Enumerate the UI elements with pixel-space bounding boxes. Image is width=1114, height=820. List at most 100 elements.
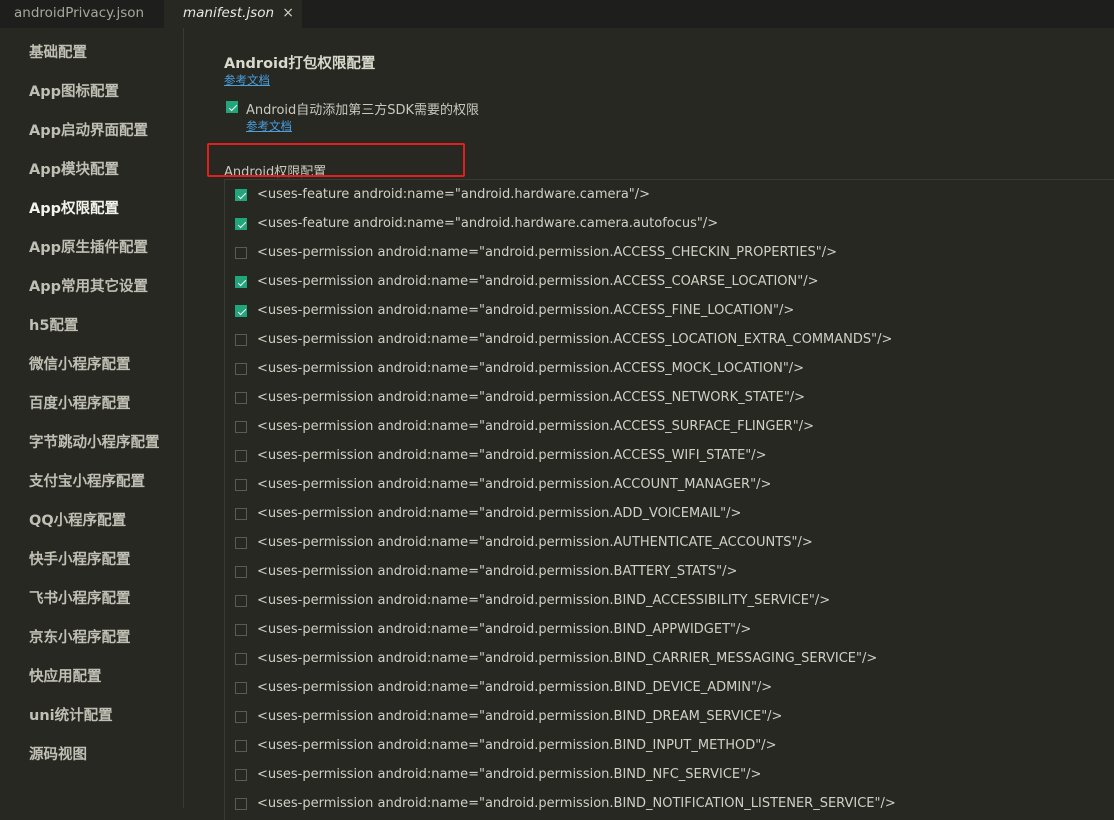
permission-label: <uses-permission android:name="android.p… (257, 651, 878, 666)
permission-label: <uses-permission android:name="android.p… (257, 535, 813, 550)
permission-label: <uses-permission android:name="android.p… (257, 448, 767, 463)
permission-row[interactable]: <uses-permission android:name="android.p… (225, 272, 1105, 294)
permission-label: <uses-permission android:name="android.p… (257, 245, 838, 260)
permission-checkbox[interactable] (235, 334, 247, 346)
auto-sdk-label: Android自动添加第三方SDK需要的权限 (246, 103, 480, 118)
sidebar-item[interactable]: App权限配置 (29, 197, 119, 218)
tab-bar: androidPrivacy.json manifest.json × (0, 0, 1114, 28)
permission-row[interactable]: <uses-permission android:name="android.p… (225, 359, 1105, 381)
permission-label: <uses-permission android:name="android.p… (257, 303, 795, 318)
permission-row[interactable]: <uses-permission android:name="android.p… (225, 301, 1105, 323)
permission-row[interactable]: <uses-permission android:name="android.p… (225, 475, 1105, 497)
permission-checkbox[interactable] (235, 247, 247, 259)
sidebar-item[interactable]: uni统计配置 (29, 704, 113, 725)
permission-row[interactable]: <uses-feature android:name="android.hard… (225, 185, 1105, 207)
permission-row[interactable]: <uses-permission android:name="android.p… (225, 330, 1105, 352)
permission-checkbox[interactable] (235, 740, 247, 752)
permission-checkbox[interactable] (235, 595, 247, 607)
permission-checkbox[interactable] (235, 392, 247, 404)
permission-label: <uses-permission android:name="android.p… (257, 332, 893, 347)
permission-label: <uses-permission android:name="android.p… (257, 274, 819, 289)
permission-row[interactable]: <uses-permission android:name="android.p… (225, 649, 1105, 671)
permission-row[interactable]: <uses-permission android:name="android.p… (225, 562, 1105, 584)
sidebar-item[interactable]: h5配置 (29, 314, 78, 335)
sidebar-item[interactable]: QQ小程序配置 (29, 509, 126, 530)
permission-label: <uses-permission android:name="android.p… (257, 796, 896, 811)
permission-row[interactable]: <uses-permission android:name="android.p… (225, 707, 1105, 729)
permission-checkbox[interactable] (235, 769, 247, 781)
sidebar-item[interactable]: 微信小程序配置 (29, 353, 131, 374)
sidebar: 基础配置 App图标配置 App启动界面配置 App模块配置 App权限配置 App原生插… (0, 28, 184, 808)
permission-label: <uses-permission android:name="android.p… (257, 738, 777, 753)
tab-label: manifest.json (183, 5, 275, 21)
permission-row[interactable]: <uses-permission android:name="android.p… (225, 794, 1105, 816)
sidebar-item[interactable]: 支付宝小程序配置 (29, 470, 145, 491)
sidebar-item[interactable]: 基础配置 (29, 41, 87, 62)
permission-checkbox[interactable] (235, 798, 247, 810)
permission-label: <uses-permission android:name="android.p… (257, 390, 806, 405)
permission-checkbox[interactable] (235, 624, 247, 636)
permission-label: <uses-permission android:name="android.p… (257, 593, 831, 608)
permission-label: <uses-permission android:name="android.p… (257, 361, 805, 376)
permission-row[interactable]: <uses-permission android:name="android.p… (225, 504, 1105, 526)
tab-label: androidPrivacy.json (14, 5, 145, 21)
sidebar-item[interactable]: 京东小程序配置 (29, 626, 131, 647)
permission-checkbox[interactable] (235, 276, 247, 288)
permission-checkbox[interactable] (235, 479, 247, 491)
permission-row[interactable]: <uses-permission android:name="android.p… (225, 446, 1105, 468)
sidebar-item[interactable]: App常用其它设置 (29, 275, 148, 296)
sidebar-item[interactable]: App原生插件配置 (29, 236, 148, 257)
sidebar-item[interactable]: 字节跳动小程序配置 (29, 431, 160, 452)
permission-label: <uses-permission android:name="android.p… (257, 709, 783, 724)
auto-sdk-checkbox[interactable] (226, 101, 238, 113)
permission-checkbox[interactable] (235, 682, 247, 694)
permission-label: <uses-permission android:name="android.p… (257, 622, 752, 637)
permission-label: <uses-feature android:name="android.hard… (257, 216, 719, 231)
permission-label: <uses-permission android:name="android.p… (257, 767, 762, 782)
sidebar-item[interactable]: App图标配置 (29, 80, 119, 101)
sidebar-item[interactable]: App启动界面配置 (29, 119, 148, 140)
permission-row[interactable]: <uses-permission android:name="android.p… (225, 591, 1105, 613)
sidebar-item[interactable]: App模块配置 (29, 158, 119, 179)
permission-checkbox[interactable] (235, 566, 247, 578)
sidebar-item[interactable]: 快手小程序配置 (29, 548, 131, 569)
permission-checkbox[interactable] (235, 711, 247, 723)
permission-label: <uses-permission android:name="android.p… (257, 506, 742, 521)
highlight-box (207, 143, 465, 177)
permission-row[interactable]: <uses-permission android:name="android.p… (225, 388, 1105, 410)
permission-label: <uses-permission android:name="android.p… (257, 680, 773, 695)
permission-row[interactable]: <uses-permission android:name="android.p… (225, 736, 1105, 758)
sidebar-item[interactable]: 飞书小程序配置 (29, 587, 131, 608)
permission-row[interactable]: <uses-feature android:name="android.hard… (225, 214, 1105, 236)
section-title: Android打包权限配置 (224, 56, 376, 72)
sidebar-item[interactable]: 源码视图 (29, 743, 87, 764)
permission-checkbox[interactable] (235, 305, 247, 317)
sidebar-item[interactable]: 快应用配置 (29, 665, 102, 686)
sidebar-item[interactable]: 百度小程序配置 (29, 392, 131, 413)
permission-checkbox[interactable] (235, 421, 247, 433)
permission-checkbox[interactable] (235, 189, 247, 201)
doc-link[interactable]: 参考文档 (224, 72, 270, 88)
permission-checkbox[interactable] (235, 363, 247, 375)
permission-checkbox[interactable] (235, 508, 247, 520)
permission-checkbox[interactable] (235, 450, 247, 462)
main-panel: Android打包权限配置 参考文档 Android自动添加第三方SDK需要的权… (185, 28, 1114, 820)
permission-label: <uses-permission android:name="android.p… (257, 564, 738, 579)
permission-checkbox[interactable] (235, 653, 247, 665)
permission-row[interactable]: <uses-permission android:name="android.p… (225, 417, 1105, 439)
auto-sdk-doc-link[interactable]: 参考文档 (246, 118, 292, 134)
tab-manifest[interactable]: manifest.json × (164, 0, 302, 28)
permission-label: <uses-permission android:name="android.p… (257, 477, 772, 492)
permission-row[interactable]: <uses-permission android:name="android.p… (225, 620, 1105, 642)
permission-row[interactable]: <uses-permission android:name="android.p… (225, 765, 1105, 787)
permission-row[interactable]: <uses-permission android:name="android.p… (225, 243, 1105, 265)
tab-android-privacy[interactable]: androidPrivacy.json (0, 0, 163, 28)
permission-label: <uses-feature android:name="android.hard… (257, 187, 651, 202)
permission-checkbox[interactable] (235, 218, 247, 230)
permission-checkbox[interactable] (235, 537, 247, 549)
permission-row[interactable]: <uses-permission android:name="android.p… (225, 533, 1105, 555)
permission-label: <uses-permission android:name="android.p… (257, 419, 814, 434)
permission-row[interactable]: <uses-permission android:name="android.p… (225, 678, 1105, 700)
close-icon[interactable]: × (282, 0, 294, 26)
permissions-list: <uses-feature android:name="android.hard… (224, 179, 1114, 820)
